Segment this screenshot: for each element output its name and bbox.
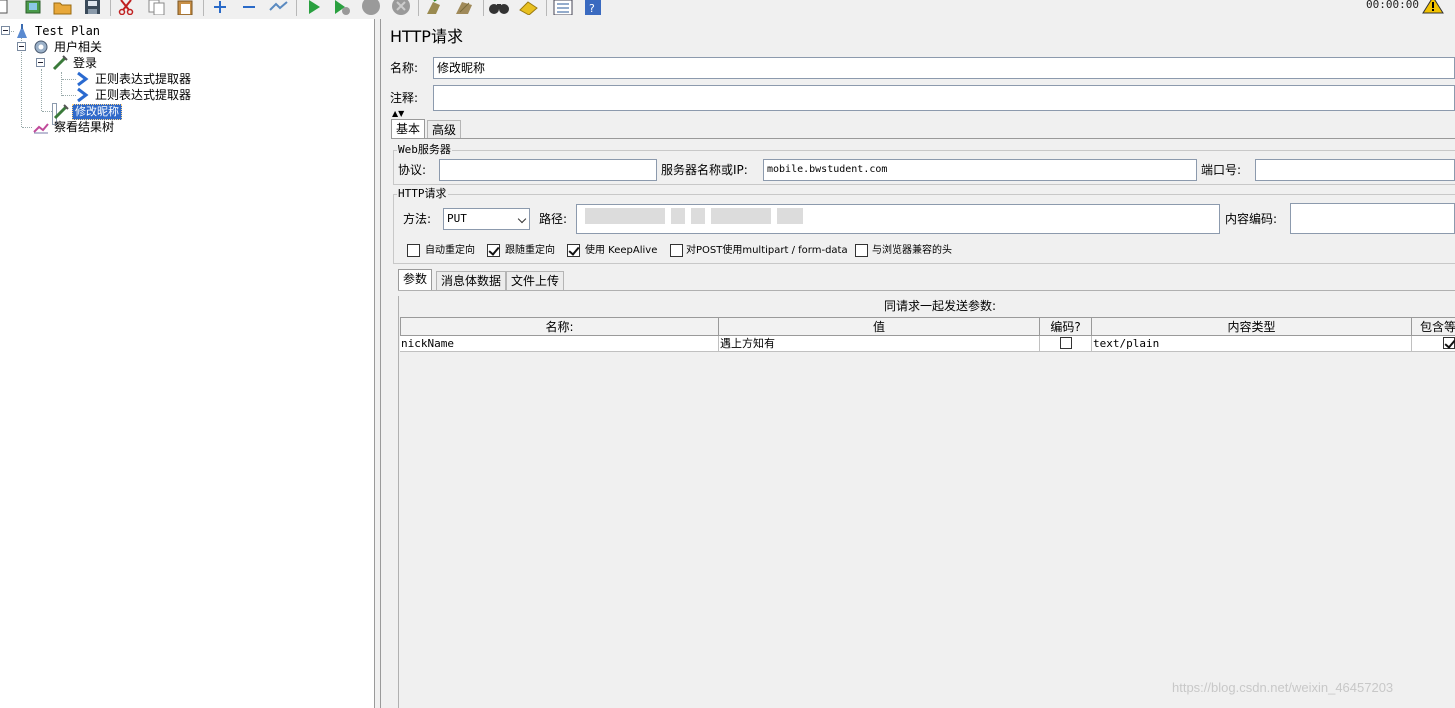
reset-search-icon[interactable]	[518, 0, 538, 16]
tab-basic[interactable]: 基本	[391, 119, 426, 138]
copy-icon[interactable]	[147, 0, 167, 16]
include-equals-checkbox[interactable]	[1443, 337, 1455, 349]
tree-item-label: 正则表达式提取器	[95, 88, 192, 102]
shutdown-icon[interactable]	[391, 0, 411, 16]
tab-file-upload[interactable]: 文件上传	[506, 271, 565, 290]
tab-advanced[interactable]: 高级	[427, 120, 462, 139]
watermark: https://blog.csdn.net/weixin_46457203	[1172, 680, 1394, 695]
follow-redirect-checkbox[interactable]	[487, 244, 500, 257]
templates-icon[interactable]	[24, 0, 44, 16]
test-plan-icon	[14, 23, 32, 39]
extractor-icon	[74, 71, 92, 87]
tree-toggle-test-plan[interactable]	[1, 26, 10, 35]
cell-content-type[interactable]: text/plain	[1092, 336, 1412, 352]
web-server-caption: Web服务器	[397, 143, 452, 157]
multipart-checkbox[interactable]	[670, 244, 683, 257]
server-label: 服务器名称或IP:	[661, 163, 748, 177]
col-header-value[interactable]: 值	[718, 317, 1040, 336]
redacted-path	[585, 208, 815, 226]
http-request-caption: HTTP请求	[397, 187, 448, 201]
browser-headers-label: 与浏览器兼容的头	[872, 245, 952, 256]
extractor-icon	[74, 87, 92, 103]
tree-toggle-login[interactable]	[36, 58, 45, 67]
name-label: 名称:	[390, 61, 419, 75]
auto-redirect-label: 自动重定向	[425, 245, 475, 256]
elapsed-timer: 00:00:00	[1366, 0, 1419, 11]
expand-icon[interactable]	[211, 0, 231, 16]
follow-redirect-label: 跟随重定向	[505, 245, 555, 256]
col-header-encode[interactable]: 编码?	[1039, 317, 1092, 336]
server-field[interactable]: mobile.bwstudent.com	[763, 159, 1197, 181]
listener-icon	[33, 119, 51, 135]
open-icon[interactable]	[53, 0, 73, 16]
sampler-icon	[53, 104, 71, 120]
path-label: 路径:	[539, 212, 568, 226]
content-encoding-label: 内容编码:	[1225, 212, 1278, 226]
splitter-arrows-icon[interactable]: ▲▼	[392, 110, 404, 118]
tree-item-label: 修改昵称	[72, 104, 122, 120]
content-encoding-field[interactable]	[1290, 203, 1455, 234]
cut-icon[interactable]	[117, 0, 137, 16]
comment-label: 注释:	[390, 91, 419, 105]
port-field[interactable]	[1255, 159, 1455, 181]
method-label: 方法:	[403, 212, 432, 226]
warning-icon[interactable]	[1422, 0, 1446, 17]
sampler-icon	[52, 55, 70, 71]
main-toolbar: ? 00:00:00	[0, 0, 1455, 19]
clear-all-icon[interactable]	[454, 0, 474, 16]
method-select[interactable]: PUT	[443, 208, 530, 230]
params-caption: 同请求一起发送参数:	[884, 299, 997, 313]
multipart-label: 对POST使用multipart / form-data	[686, 245, 848, 256]
col-header-content-type[interactable]: 内容类型	[1091, 317, 1412, 336]
comment-field[interactable]	[433, 85, 1455, 111]
collapse-icon[interactable]	[240, 0, 260, 16]
keepalive-checkbox[interactable]	[567, 244, 580, 257]
save-icon[interactable]	[83, 0, 103, 16]
cell-value[interactable]: 遇上方知有	[719, 336, 1040, 352]
page-title: HTTP请求	[390, 27, 463, 46]
browser-headers-checkbox[interactable]	[855, 244, 868, 257]
new-icon[interactable]	[0, 0, 14, 16]
keepalive-label: 使用 KeepAlive	[585, 245, 658, 256]
thread-group-icon	[33, 39, 51, 55]
port-label: 端口号:	[1201, 163, 1242, 177]
test-plan-tree[interactable]: Test Plan 用户相关 登录 正则表达式提取器 正则表达式提取器 修改昵称…	[0, 19, 375, 708]
col-header-include-equals[interactable]: 包含等	[1411, 317, 1455, 336]
clear-icon[interactable]	[424, 0, 444, 16]
http-request-panel: HTTP请求 名称: 修改昵称 注释: ▲▼ 基本 高级 Web服务器 协议: …	[382, 19, 1455, 708]
svg-text:?: ?	[589, 2, 595, 15]
cell-include-equals[interactable]	[1412, 336, 1455, 352]
tree-toggle-user-group[interactable]	[17, 42, 26, 51]
col-header-name[interactable]: 名称:	[400, 317, 719, 336]
toggle-icon[interactable]	[268, 0, 288, 16]
tree-item-label: 登录	[73, 56, 98, 70]
start-icon[interactable]	[305, 0, 325, 16]
protocol-label: 协议:	[398, 163, 427, 177]
help-icon[interactable]: ?	[584, 0, 604, 16]
cell-encode[interactable]	[1040, 336, 1092, 352]
start-no-pause-icon[interactable]	[333, 0, 353, 16]
tree-item-label: Test Plan	[35, 24, 101, 38]
chevron-down-icon	[517, 214, 527, 224]
encode-checkbox[interactable]	[1060, 337, 1072, 349]
parameters-area	[398, 296, 1455, 708]
protocol-field[interactable]	[439, 159, 657, 181]
function-helper-icon[interactable]	[553, 0, 573, 16]
tree-item-label: 用户相关	[54, 40, 103, 54]
tab-parameters[interactable]: 参数	[398, 269, 433, 290]
auto-redirect-checkbox[interactable]	[407, 244, 420, 257]
tree-item-label: 正则表达式提取器	[95, 72, 192, 86]
cell-name[interactable]: nickName	[400, 336, 719, 352]
tab-body-data[interactable]: 消息体数据	[436, 271, 507, 290]
method-value: PUT	[447, 212, 467, 225]
stop-icon[interactable]	[361, 0, 381, 16]
search-icon[interactable]	[488, 0, 509, 16]
split-pane-divider[interactable]	[376, 19, 381, 708]
tree-item-label: 察看结果树	[54, 120, 115, 134]
name-field[interactable]: 修改昵称	[433, 57, 1455, 79]
paste-icon[interactable]	[176, 0, 196, 16]
